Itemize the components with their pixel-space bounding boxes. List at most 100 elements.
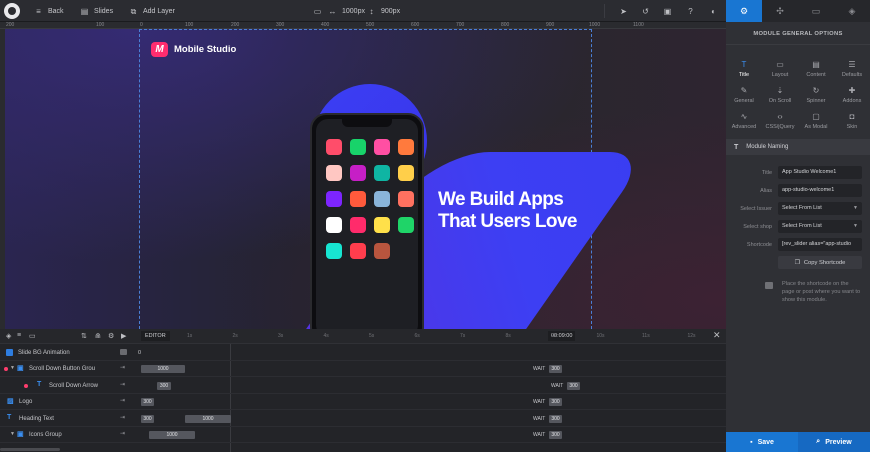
heading-text[interactable]: We Build Apps That Users Love — [438, 189, 577, 233]
timeline-row[interactable]: T Scroll Down Arrow ⇥ 300 WAIT 300 — [0, 378, 726, 394]
top-toolbar: ≡ Back ▤ Slides ⧉ Add Layer ▭ ↔ 1000px ↕… — [0, 0, 726, 22]
collapse-icon[interactable]: ⇥ — [120, 397, 125, 404]
text-icon: T — [7, 413, 12, 421]
text-icon: T — [37, 380, 42, 388]
option-code[interactable]: ‹› CSS/jQuery — [762, 108, 798, 130]
copy-shortcode-button[interactable]: ❐ Copy Shortcode — [778, 256, 862, 269]
collapse-icon[interactable]: ⇥ — [120, 430, 125, 437]
end-animation-bar[interactable]: 300 — [549, 431, 562, 439]
option-general[interactable]: ✎ General — [726, 82, 762, 104]
tab-navigation[interactable]: ✣ — [762, 0, 798, 22]
editor-label[interactable]: EDITOR — [141, 331, 170, 341]
ruler-tick: 0 — [140, 22, 143, 28]
layers-icon[interactable]: ◈ — [6, 332, 11, 340]
layer-name: Scroll Down Button Grou — [29, 366, 96, 372]
shortcode-field[interactable]: [rev_slider alias="app-studio — [778, 238, 862, 251]
end-animation-bar[interactable]: 300 — [549, 414, 562, 423]
start-animation-bar[interactable]: 300 — [141, 398, 154, 406]
group-icon: ▣ — [17, 431, 24, 438]
start-animation-bar[interactable]: 300 — [157, 381, 171, 390]
option-defaults[interactable]: ☰ Defaults — [834, 56, 870, 78]
issuer-select[interactable]: Select From List ▼ — [778, 202, 862, 215]
option-label: Content — [806, 72, 826, 78]
wait-label: WAIT — [533, 366, 546, 372]
timeline-row[interactable]: T Heading Text ⇥ 300 1000 WAIT 300 — [0, 411, 726, 427]
collapse-icon[interactable]: ⇥ — [120, 381, 125, 388]
logo[interactable]: M Mobile Studio — [151, 42, 236, 57]
app-icon — [326, 191, 342, 207]
option-spinner[interactable]: ↻ Spinner — [798, 82, 834, 104]
option-addons[interactable]: ✚ Addons — [834, 82, 870, 104]
collapse-icon[interactable]: ⇥ — [120, 364, 125, 371]
option-on-scroll[interactable]: ⇣ On Scroll — [762, 82, 798, 104]
end-animation-bar[interactable]: 300 — [549, 365, 562, 373]
pointer-tool-button[interactable]: ➤ — [619, 0, 628, 22]
shop-select[interactable]: Select From List ▼ — [778, 220, 862, 233]
chevron-down-icon[interactable]: ▼ — [10, 431, 15, 437]
slide-canvas[interactable]: M Mobile Studio We Build Apps That Users… — [5, 29, 726, 329]
app-icon — [398, 191, 414, 207]
sync-icon[interactable]: ⇅ — [81, 332, 87, 340]
device-desktop-button[interactable]: ▭ — [313, 0, 322, 22]
issuer-select-label: Select Issuer — [740, 206, 772, 212]
section-divider — [726, 44, 870, 45]
start-animation-bar[interactable]: 1000 — [141, 365, 185, 373]
option-layout[interactable]: ▭ Layout — [762, 56, 798, 78]
timeline-row[interactable]: ▼ ▣ Icons Group ⇥ 1000 WAIT 300 — [0, 427, 726, 443]
tab-layers[interactable]: ◈ — [834, 0, 870, 22]
list-icon[interactable]: ≡ — [17, 332, 21, 339]
save-button[interactable]: ▪ Save — [726, 432, 798, 452]
back-button[interactable]: ≡ Back — [34, 0, 63, 22]
tab-module-settings[interactable]: ⚙ — [726, 0, 762, 22]
option-label: CSS/jQuery — [765, 124, 795, 130]
monitor-button[interactable]: ▣ — [663, 0, 672, 22]
mid-animation-bar[interactable]: 1000 — [185, 414, 231, 423]
gear-icon[interactable]: ⚙ — [108, 332, 114, 340]
option-advanced[interactable]: ∿ Advanced — [726, 108, 762, 130]
layers-icon: ◈ — [848, 5, 856, 16]
app-icon — [374, 165, 390, 181]
tab-slide[interactable]: ▭ — [798, 0, 834, 22]
phone-mockup — [310, 113, 424, 329]
option-modal[interactable]: ▢ As Modal — [798, 108, 834, 130]
option-skin[interactable]: ◘ Skin — [834, 108, 870, 130]
timeline-tick: 9s — [551, 333, 557, 339]
section-title: MODULE GENERAL OPTIONS — [753, 31, 843, 37]
help-button[interactable]: ? — [686, 0, 695, 22]
folder-icon[interactable]: ▭ — [29, 332, 36, 340]
title-field[interactable]: App Studio Welcome1 — [778, 166, 862, 179]
horizontal-scrollbar[interactable] — [0, 448, 60, 451]
add-layer-button[interactable]: ⧉ Add Layer — [129, 0, 175, 22]
end-animation-bar[interactable]: 300 — [549, 398, 562, 406]
option-content[interactable]: ▤ Content — [798, 56, 834, 78]
wait-label: WAIT — [533, 415, 546, 422]
right-panel-tabs: ⚙ ✣ ▭ ◈ — [726, 0, 870, 22]
option-label: General — [734, 98, 754, 104]
end-animation-bar[interactable]: 300 — [567, 381, 580, 390]
timeline-row[interactable]: ▨ Logo ⇥ 300 WAIT 300 — [0, 394, 726, 410]
chevron-down-icon[interactable]: ▼ — [10, 365, 15, 371]
height-setting[interactable]: ↕ 900px — [367, 0, 401, 22]
alias-field-label: Alias — [760, 188, 772, 194]
contrast-button[interactable]: ◐ — [709, 0, 718, 22]
timeline-row-bg[interactable]: Slide BG Animation 0 — [0, 345, 726, 361]
preview-button[interactable]: ⌕ Preview — [798, 432, 870, 452]
modal-icon: ▢ — [812, 112, 820, 121]
search-icon: ⌕ — [816, 438, 821, 445]
close-icon[interactable]: ✕ — [713, 330, 721, 341]
slides-button[interactable]: ▤ Slides — [80, 0, 113, 22]
app-logo[interactable] — [4, 3, 20, 19]
play-icon[interactable]: ▶ — [121, 332, 126, 340]
option-title[interactable]: T Title — [726, 56, 762, 78]
magnet-icon[interactable]: ⋒ — [95, 332, 101, 340]
alias-field[interactable]: app-studio-welcome1 — [778, 184, 862, 197]
width-setting[interactable]: ↔ 1000px — [328, 0, 365, 22]
undo-button[interactable]: ↺ — [641, 0, 650, 22]
start-animation-bar[interactable]: 1000 — [149, 431, 195, 439]
layer-name: Logo — [19, 399, 33, 405]
collapse-icon[interactable]: ⇥ — [120, 414, 125, 421]
timeline-row[interactable]: ▼ ▣ Scroll Down Button Grou ⇥ 1000 WAIT 300 — [0, 361, 726, 377]
shop-select-label: Select shop — [743, 224, 772, 230]
start-animation-bar[interactable]: 300 — [141, 414, 154, 423]
cursor-icon: ➤ — [620, 6, 627, 16]
